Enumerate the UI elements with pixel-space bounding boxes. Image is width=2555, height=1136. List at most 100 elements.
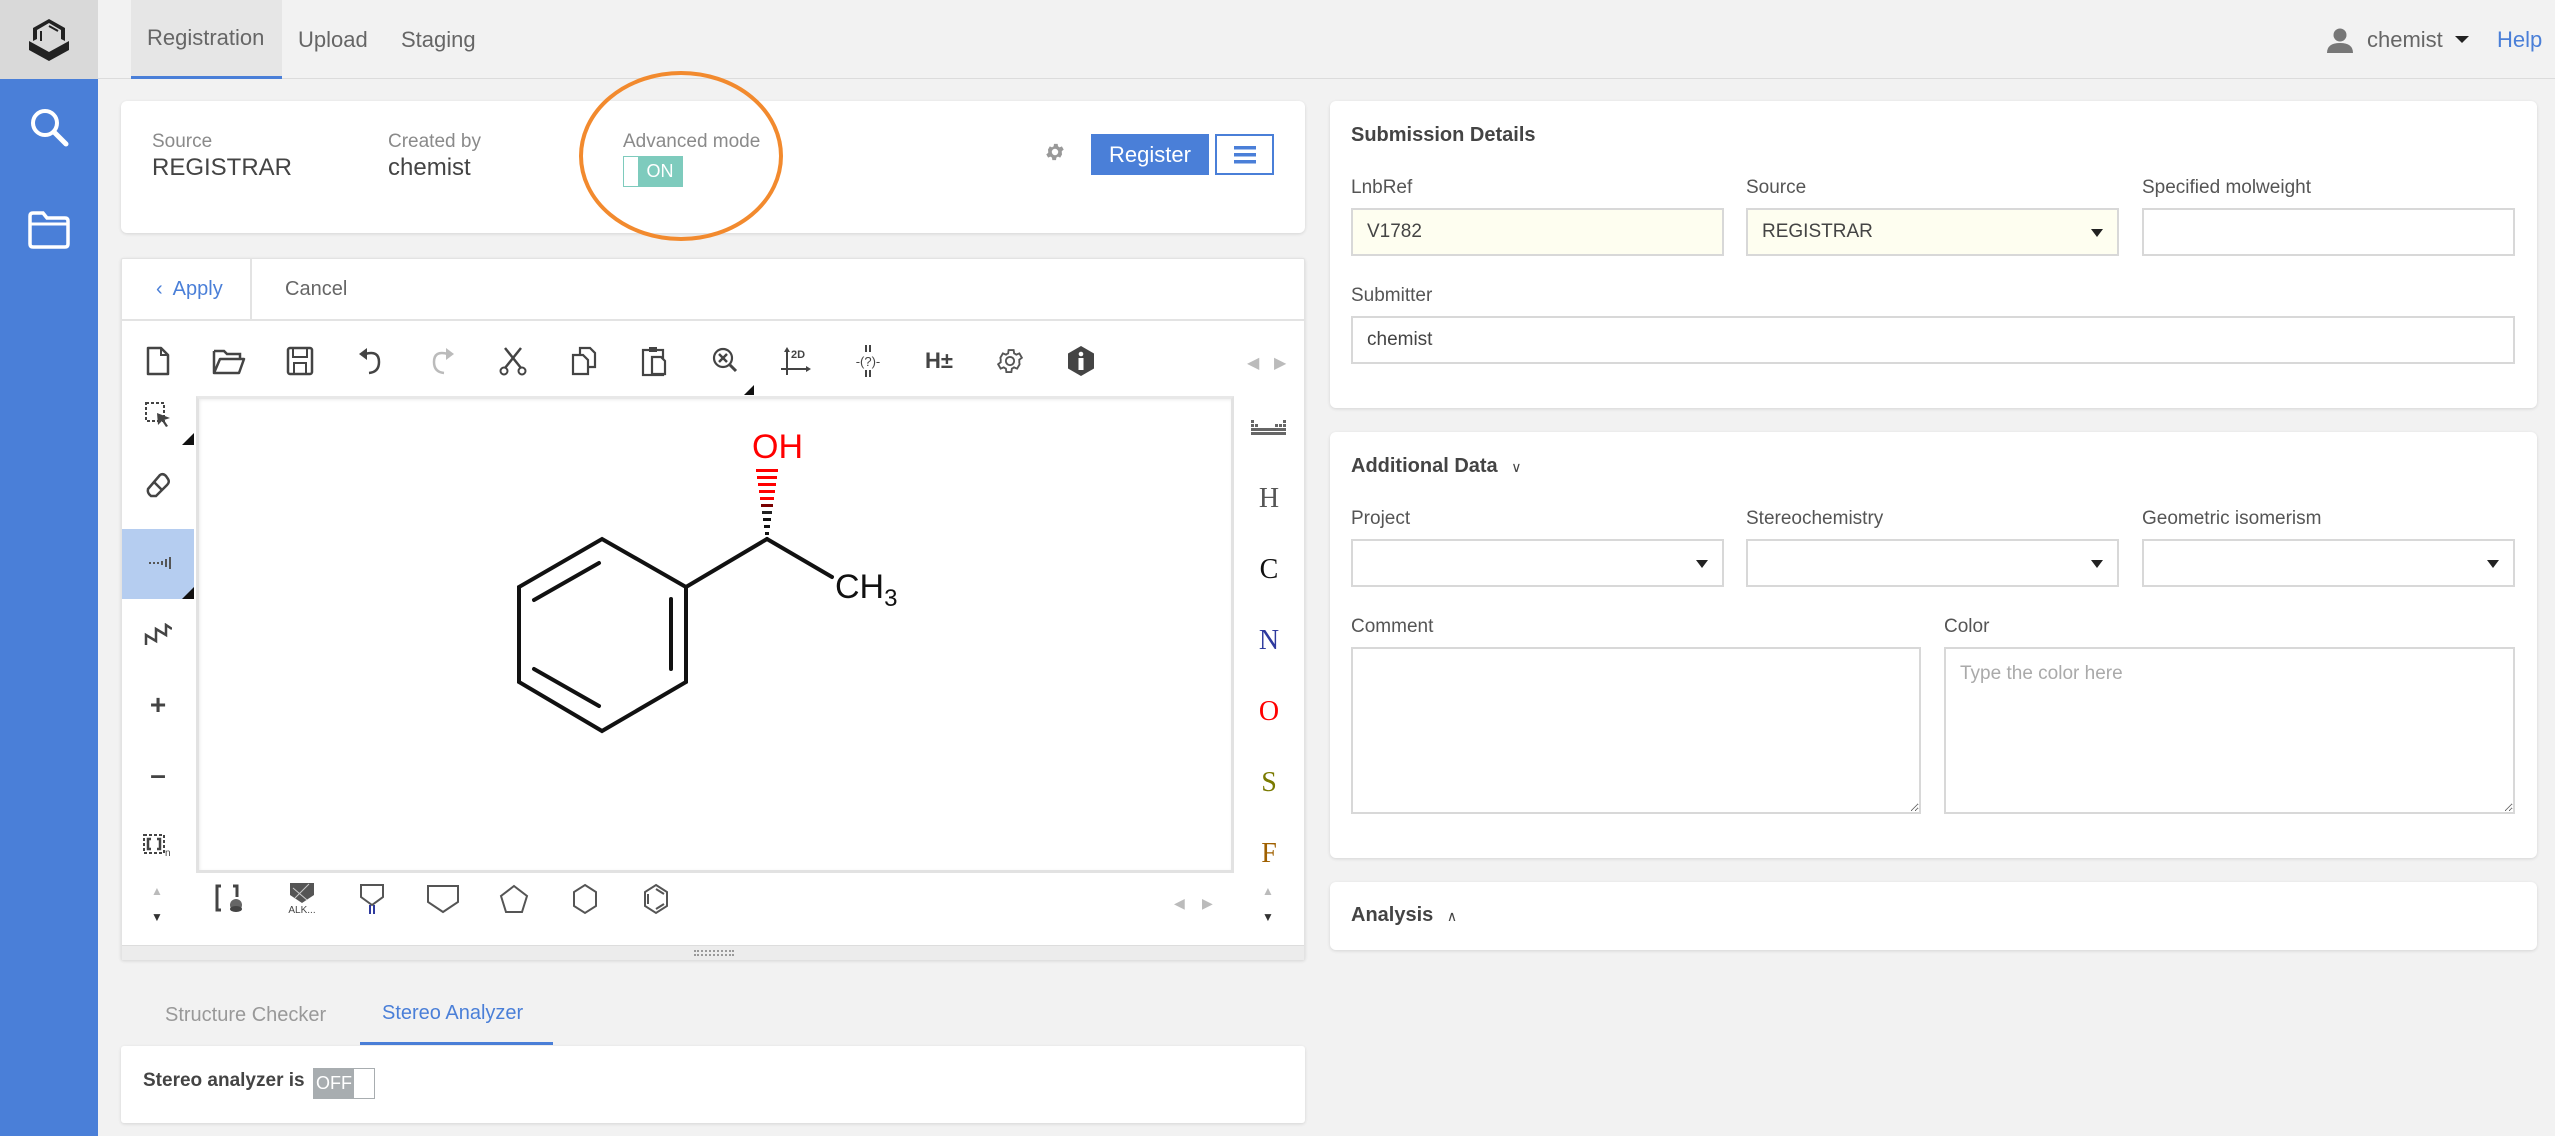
- sidebar-item-search[interactable]: [0, 92, 98, 162]
- clear-zoom-button[interactable]: [706, 341, 754, 395]
- info-button[interactable]: [1061, 341, 1101, 381]
- source-value: REGISTRAR: [152, 154, 293, 181]
- erase-tool[interactable]: [138, 465, 178, 505]
- template-library-button[interactable]: [210, 879, 250, 919]
- charge-minus-tool[interactable]: –: [138, 755, 178, 795]
- new-document-button[interactable]: [138, 341, 178, 381]
- tab-registration[interactable]: Registration: [131, 0, 282, 79]
- tab-stereo-analyzer[interactable]: Stereo Analyzer: [360, 985, 553, 1045]
- element-S: S: [1261, 767, 1277, 798]
- section-title: Analysis: [1351, 904, 1434, 926]
- tab-label: Registration: [147, 25, 265, 50]
- user-menu[interactable]: chemist: [2325, 0, 2469, 79]
- query-atom-button[interactable]: -(?)-: [848, 341, 888, 381]
- stereochemistry-label: Stereochemistry: [1746, 508, 1884, 529]
- template-library-icon: [215, 884, 242, 912]
- element-N-button[interactable]: N: [1249, 621, 1289, 661]
- right-toolbar-scroll-down[interactable]: ▼: [1262, 910, 1274, 924]
- open-folder-icon: [212, 349, 246, 375]
- submitter-input[interactable]: [1351, 316, 2515, 364]
- additional-data-toggle[interactable]: Additional Data ∨: [1351, 455, 1521, 478]
- tab-upload[interactable]: Upload: [282, 0, 384, 79]
- comment-textarea[interactable]: [1351, 647, 1921, 814]
- toggle-hydrogens-button[interactable]: H±: [919, 341, 959, 381]
- clean-2d-button[interactable]: 2D: [777, 341, 817, 381]
- submitter-label: Submitter: [1351, 285, 1433, 306]
- stereochemistry-select[interactable]: [1746, 539, 2119, 587]
- stereo-analyzer-label: Stereo analyzer is: [143, 1070, 305, 1091]
- help-link[interactable]: Help: [2497, 0, 2542, 79]
- dropdown-corner-icon: [744, 385, 754, 395]
- tab-structure-checker[interactable]: Structure Checker: [143, 985, 348, 1045]
- functional-groups-tile: ALK...: [288, 882, 316, 916]
- element-F-button[interactable]: F: [1249, 834, 1289, 874]
- copy-button[interactable]: [564, 341, 604, 381]
- sidebar-item-files[interactable]: [0, 195, 98, 265]
- cyclobutane-template[interactable]: [423, 879, 463, 919]
- cyclopentane-template[interactable]: [494, 879, 534, 919]
- settings-button[interactable]: [1044, 141, 1066, 168]
- element-O-button[interactable]: O: [1249, 692, 1289, 732]
- methyl-label-text: CH: [835, 568, 884, 606]
- left-toolbar-scroll-up[interactable]: ▲: [151, 884, 163, 898]
- charge-plus-tool[interactable]: +: [138, 685, 178, 725]
- menu-button[interactable]: [1215, 134, 1274, 175]
- right-toolbar-scroll-up[interactable]: ▲: [1262, 884, 1274, 898]
- cyclohexane-icon: [573, 883, 597, 915]
- bond-tool-active[interactable]: [122, 529, 194, 599]
- stereo-analyzer-toggle[interactable]: OFF: [313, 1068, 375, 1099]
- analysis-toggle[interactable]: Analysis ∧: [1351, 904, 1457, 927]
- element-C-button[interactable]: C: [1249, 550, 1289, 590]
- sgroup-tool[interactable]: n: [138, 825, 178, 865]
- benzene-template[interactable]: [636, 879, 676, 919]
- toolbar-scroll-right[interactable]: ▶: [1274, 353, 1286, 373]
- cut-button[interactable]: [493, 341, 533, 381]
- tab-label: Upload: [298, 26, 368, 52]
- geometric-isomerism-select[interactable]: [2142, 539, 2515, 587]
- toolbar-scroll-left[interactable]: ◀: [1247, 353, 1259, 373]
- redo-button[interactable]: [422, 341, 462, 381]
- select-tool[interactable]: [138, 395, 194, 445]
- project-select[interactable]: [1351, 539, 1724, 587]
- apply-bar: ‹ Apply Cancel: [122, 259, 1304, 321]
- single-bond: [684, 537, 769, 589]
- left-toolbar-scroll-down[interactable]: ▼: [151, 910, 163, 924]
- username: chemist: [2367, 26, 2443, 52]
- highlight-ellipse: [579, 71, 783, 241]
- hexagon-logo-icon: [29, 18, 69, 61]
- left-toolbar: + – n: [122, 387, 194, 867]
- bottom-toolbar-scroll-left[interactable]: ◀: [1174, 895, 1185, 912]
- cancel-button[interactable]: Cancel: [252, 259, 347, 319]
- register-button[interactable]: Register: [1091, 134, 1209, 175]
- element-S-button[interactable]: S: [1249, 763, 1289, 803]
- source-select-value: REGISTRAR: [1762, 221, 1873, 242]
- hashed-bond-icon: [149, 557, 171, 569]
- caret-down-icon: [2091, 229, 2103, 237]
- editor-resize-handle[interactable]: [122, 945, 1304, 960]
- color-textarea[interactable]: [1944, 647, 2515, 814]
- molecule-canvas[interactable]: OH CH3: [196, 396, 1234, 873]
- redo-icon: [432, 348, 454, 375]
- chain-tool[interactable]: [138, 615, 178, 655]
- bottom-toolbar-scroll-right[interactable]: ▶: [1202, 895, 1213, 912]
- functional-groups-button[interactable]: ALK...: [282, 879, 322, 919]
- molweight-input[interactable]: [2142, 208, 2515, 256]
- cyclopropane-template[interactable]: [352, 879, 392, 919]
- element-H-button[interactable]: H: [1249, 479, 1289, 519]
- svg-text:2D: 2D: [791, 349, 805, 361]
- save-button[interactable]: [280, 341, 320, 381]
- apply-button[interactable]: ‹ Apply: [122, 259, 252, 319]
- lnbref-input[interactable]: [1351, 208, 1724, 256]
- periodic-table-button[interactable]: [1249, 407, 1289, 447]
- select-rectangle-icon: [145, 402, 170, 427]
- source-select[interactable]: REGISTRAR: [1746, 208, 2119, 256]
- chain-icon: [144, 623, 172, 645]
- editor-settings-button[interactable]: [990, 341, 1030, 381]
- open-button[interactable]: [209, 341, 249, 381]
- undo-button[interactable]: [351, 341, 391, 381]
- paste-button[interactable]: [635, 341, 675, 381]
- tab-staging[interactable]: Staging: [385, 0, 492, 79]
- top-nav: Registration Upload Staging: [98, 0, 2555, 79]
- cyclohexane-template[interactable]: [565, 879, 605, 919]
- app-logo[interactable]: [0, 0, 98, 79]
